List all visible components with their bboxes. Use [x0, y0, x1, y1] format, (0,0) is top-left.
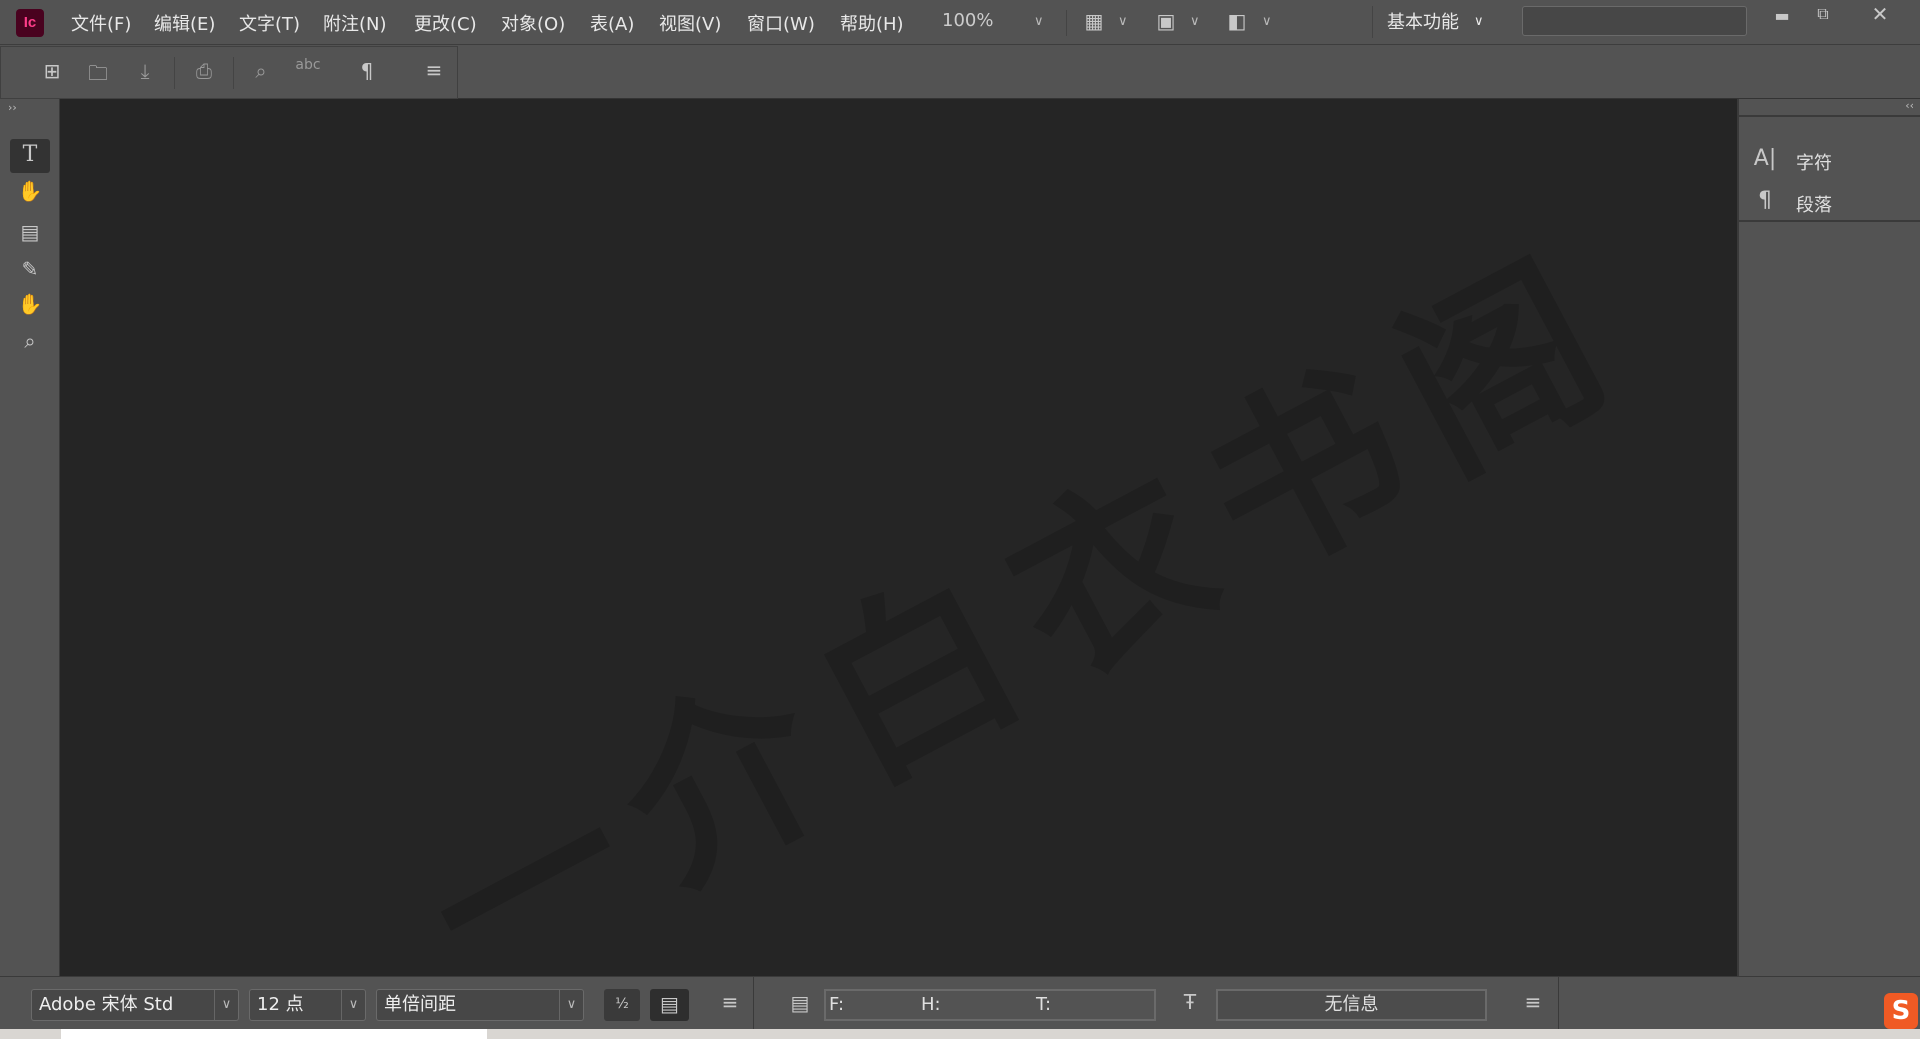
search-icon[interactable]: ⌕: [248, 59, 274, 83]
menu-help[interactable]: 帮助(H): [840, 10, 904, 36]
line-spacing-value: 单倍间距: [384, 994, 456, 1015]
chevron-down-icon[interactable]: ∨: [559, 990, 583, 1020]
screen-mode-icon[interactable]: ▣: [1152, 9, 1180, 33]
eyedropper-icon[interactable]: ✎: [15, 257, 45, 281]
print-icon[interactable]: ⎙: [191, 59, 217, 83]
panel-item-label: 段落: [1796, 195, 1832, 216]
position-tool-icon[interactable]: ✋: [15, 179, 45, 203]
workspace-switcher[interactable]: 基本功能: [1387, 8, 1459, 34]
paragraph-icon: ¶: [1758, 188, 1772, 213]
chevron-down-icon[interactable]: ∨: [1034, 14, 1044, 29]
restore-button[interactable]: ⧉: [1811, 4, 1835, 24]
view-options-icon[interactable]: ▦: [1080, 9, 1108, 33]
divider: [174, 57, 175, 89]
collapse-panel-icon[interactable]: ‹‹: [1905, 99, 1914, 112]
t-label: T:: [1036, 994, 1052, 1015]
document-canvas[interactable]: 一介白衣书阁: [60, 99, 1737, 976]
menu-file[interactable]: 文件(F): [71, 10, 131, 36]
note-tool-icon[interactable]: ▤: [15, 220, 45, 244]
character-icon: A|: [1753, 146, 1777, 171]
chevron-down-icon[interactable]: ∨: [1474, 14, 1484, 29]
text-ruler-icon[interactable]: Ŧ: [1177, 990, 1203, 1014]
panel-menu-icon[interactable]: ≡: [421, 58, 447, 82]
search-input[interactable]: [1522, 6, 1747, 36]
chevron-down-icon[interactable]: ∨: [1262, 14, 1272, 29]
type-tool[interactable]: T: [10, 139, 50, 173]
dock-header: ‹‹: [1739, 99, 1920, 117]
font-size-dropdown[interactable]: 12 点 ∨: [249, 989, 366, 1021]
open-folder-icon[interactable]: 🗀: [85, 59, 111, 93]
panel-menu-icon[interactable]: ≡: [1521, 990, 1545, 1014]
taskbar-strip: [0, 1029, 1920, 1039]
menu-changes[interactable]: 更改(C): [414, 10, 477, 36]
menu-edit[interactable]: 编辑(E): [154, 10, 215, 36]
new-document-icon[interactable]: ⊞: [39, 59, 65, 83]
watermark: 一介白衣书阁: [392, 212, 1663, 976]
h-label: H:: [921, 994, 941, 1015]
expand-panel-icon[interactable]: ››: [8, 101, 17, 114]
divider: [233, 57, 234, 89]
chevron-down-icon[interactable]: ∨: [214, 990, 238, 1020]
chevron-down-icon[interactable]: ∨: [1118, 14, 1128, 29]
taskbar-window: [61, 1029, 487, 1039]
save-icon[interactable]: ⤓: [132, 59, 158, 83]
font-size-value: 12 点: [257, 994, 304, 1015]
close-button[interactable]: ✕: [1868, 2, 1892, 26]
toolbar-empty-area: [458, 46, 1920, 99]
info-status: 无信息: [1216, 989, 1487, 1021]
menu-notes[interactable]: 附注(N): [323, 10, 387, 36]
tools-panel: ›› T ✋ ▤ ✎ ✋ ⌕: [0, 99, 60, 976]
app-logo: Ic: [16, 9, 44, 37]
divider: [753, 977, 754, 1029]
menu-bar: Ic 文件(F) 编辑(E) 文字(T) 附注(N) 更改(C) 对象(O) 表…: [0, 0, 1920, 45]
menu-view[interactable]: 视图(V): [659, 10, 721, 36]
panel-menu-icon[interactable]: ≡: [718, 990, 742, 1014]
font-family-dropdown[interactable]: Adobe 宋体 Std ∨: [31, 989, 239, 1021]
chevron-down-icon[interactable]: ∨: [1190, 14, 1200, 29]
ime-icon[interactable]: S: [1884, 993, 1918, 1029]
chevron-down-icon[interactable]: ∨: [341, 990, 365, 1020]
panel-item-paragraph[interactable]: ¶ 段落: [1739, 181, 1920, 221]
info-panel-icon[interactable]: ▤: [788, 991, 812, 1015]
menu-window[interactable]: 窗口(W): [747, 10, 815, 36]
divider: [1739, 220, 1920, 222]
type-tool-icon: T: [22, 142, 38, 167]
menu-type[interactable]: 文字(T): [239, 10, 300, 36]
hand-tool-icon[interactable]: ✋: [15, 292, 45, 316]
arrange-documents-icon[interactable]: ◧: [1223, 9, 1251, 33]
divider: [1558, 977, 1559, 1029]
spellcheck-icon[interactable]: abc: [295, 57, 321, 73]
divider: [1372, 6, 1373, 38]
line-spacing-dropdown[interactable]: 单倍间距 ∨: [376, 989, 584, 1021]
menu-object[interactable]: 对象(O): [501, 10, 565, 36]
minimize-button[interactable]: ▬: [1770, 6, 1794, 25]
line-numbers-button[interactable]: ½: [604, 989, 640, 1021]
panel-item-label: 字符: [1796, 153, 1832, 174]
column-view-button[interactable]: ▤: [650, 989, 689, 1021]
pilcrow-icon[interactable]: ¶: [354, 59, 380, 83]
zoom-tool-icon[interactable]: ⌕: [15, 329, 45, 353]
menu-table[interactable]: 表(A): [590, 10, 634, 36]
panel-item-character[interactable]: A| 字符: [1739, 139, 1920, 179]
right-panel-dock: ‹‹ A| 字符 ¶ 段落: [1737, 99, 1920, 976]
position-readout: F: H: T:: [824, 989, 1156, 1021]
divider: [1066, 10, 1067, 36]
bottom-control-bar: Adobe 宋体 Std ∨ 12 点 ∨ 单倍间距 ∨ ½ ▤ ≡ ▤ F: H: …: [0, 976, 1920, 1029]
zoom-level[interactable]: 100%: [942, 10, 993, 31]
f-label: F:: [829, 994, 845, 1015]
font-family-value: Adobe 宋体 Std: [39, 994, 174, 1015]
control-toolbar: ⊞ 🗀 ⤓ ⎙ ⌕ abc ¶ ≡: [0, 46, 458, 99]
